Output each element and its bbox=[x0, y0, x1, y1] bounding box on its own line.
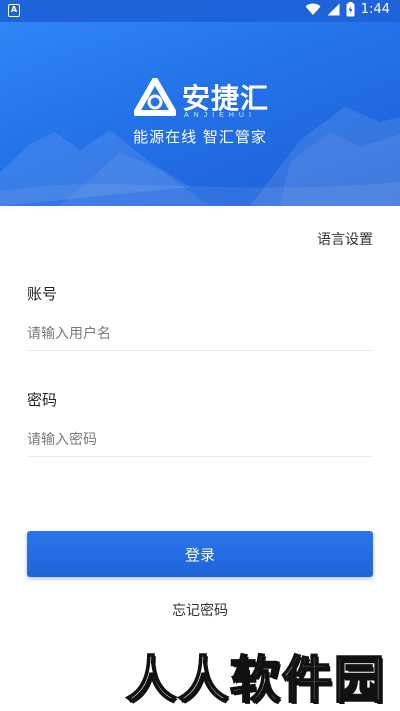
brand-name: 安捷汇 bbox=[182, 82, 270, 115]
login-button[interactable]: 登录 bbox=[27, 531, 373, 577]
app-notification-letter: A bbox=[10, 5, 18, 14]
language-settings-link[interactable]: 语言设置 bbox=[317, 229, 373, 249]
brand-subtitle: ANJIEHUI bbox=[184, 112, 256, 119]
status-icons: 1:44 bbox=[305, 2, 390, 17]
battery-icon bbox=[346, 2, 355, 17]
hero-banner: 安捷汇 ANJIEHUI 能源在线 智汇管家 bbox=[0, 22, 400, 206]
password-label: 密码 bbox=[27, 391, 58, 409]
brand-logo: 安捷汇 ANJIEHUI bbox=[134, 76, 274, 119]
wifi-icon bbox=[305, 3, 321, 15]
signal-icon bbox=[327, 3, 340, 16]
slogan: 能源在线 智汇管家 bbox=[133, 128, 267, 146]
status-time: 1:44 bbox=[360, 2, 390, 17]
forgot-password-link[interactable]: 忘记密码 bbox=[0, 600, 400, 620]
watermark: 人人软件园 bbox=[125, 649, 386, 710]
brand-logo-icon bbox=[134, 78, 176, 116]
app-notification-icon: A bbox=[8, 4, 20, 17]
username-input[interactable] bbox=[27, 317, 373, 351]
password-input[interactable] bbox=[27, 423, 373, 457]
account-label: 账号 bbox=[27, 285, 58, 303]
status-bar: A 1:44 bbox=[0, 0, 400, 22]
